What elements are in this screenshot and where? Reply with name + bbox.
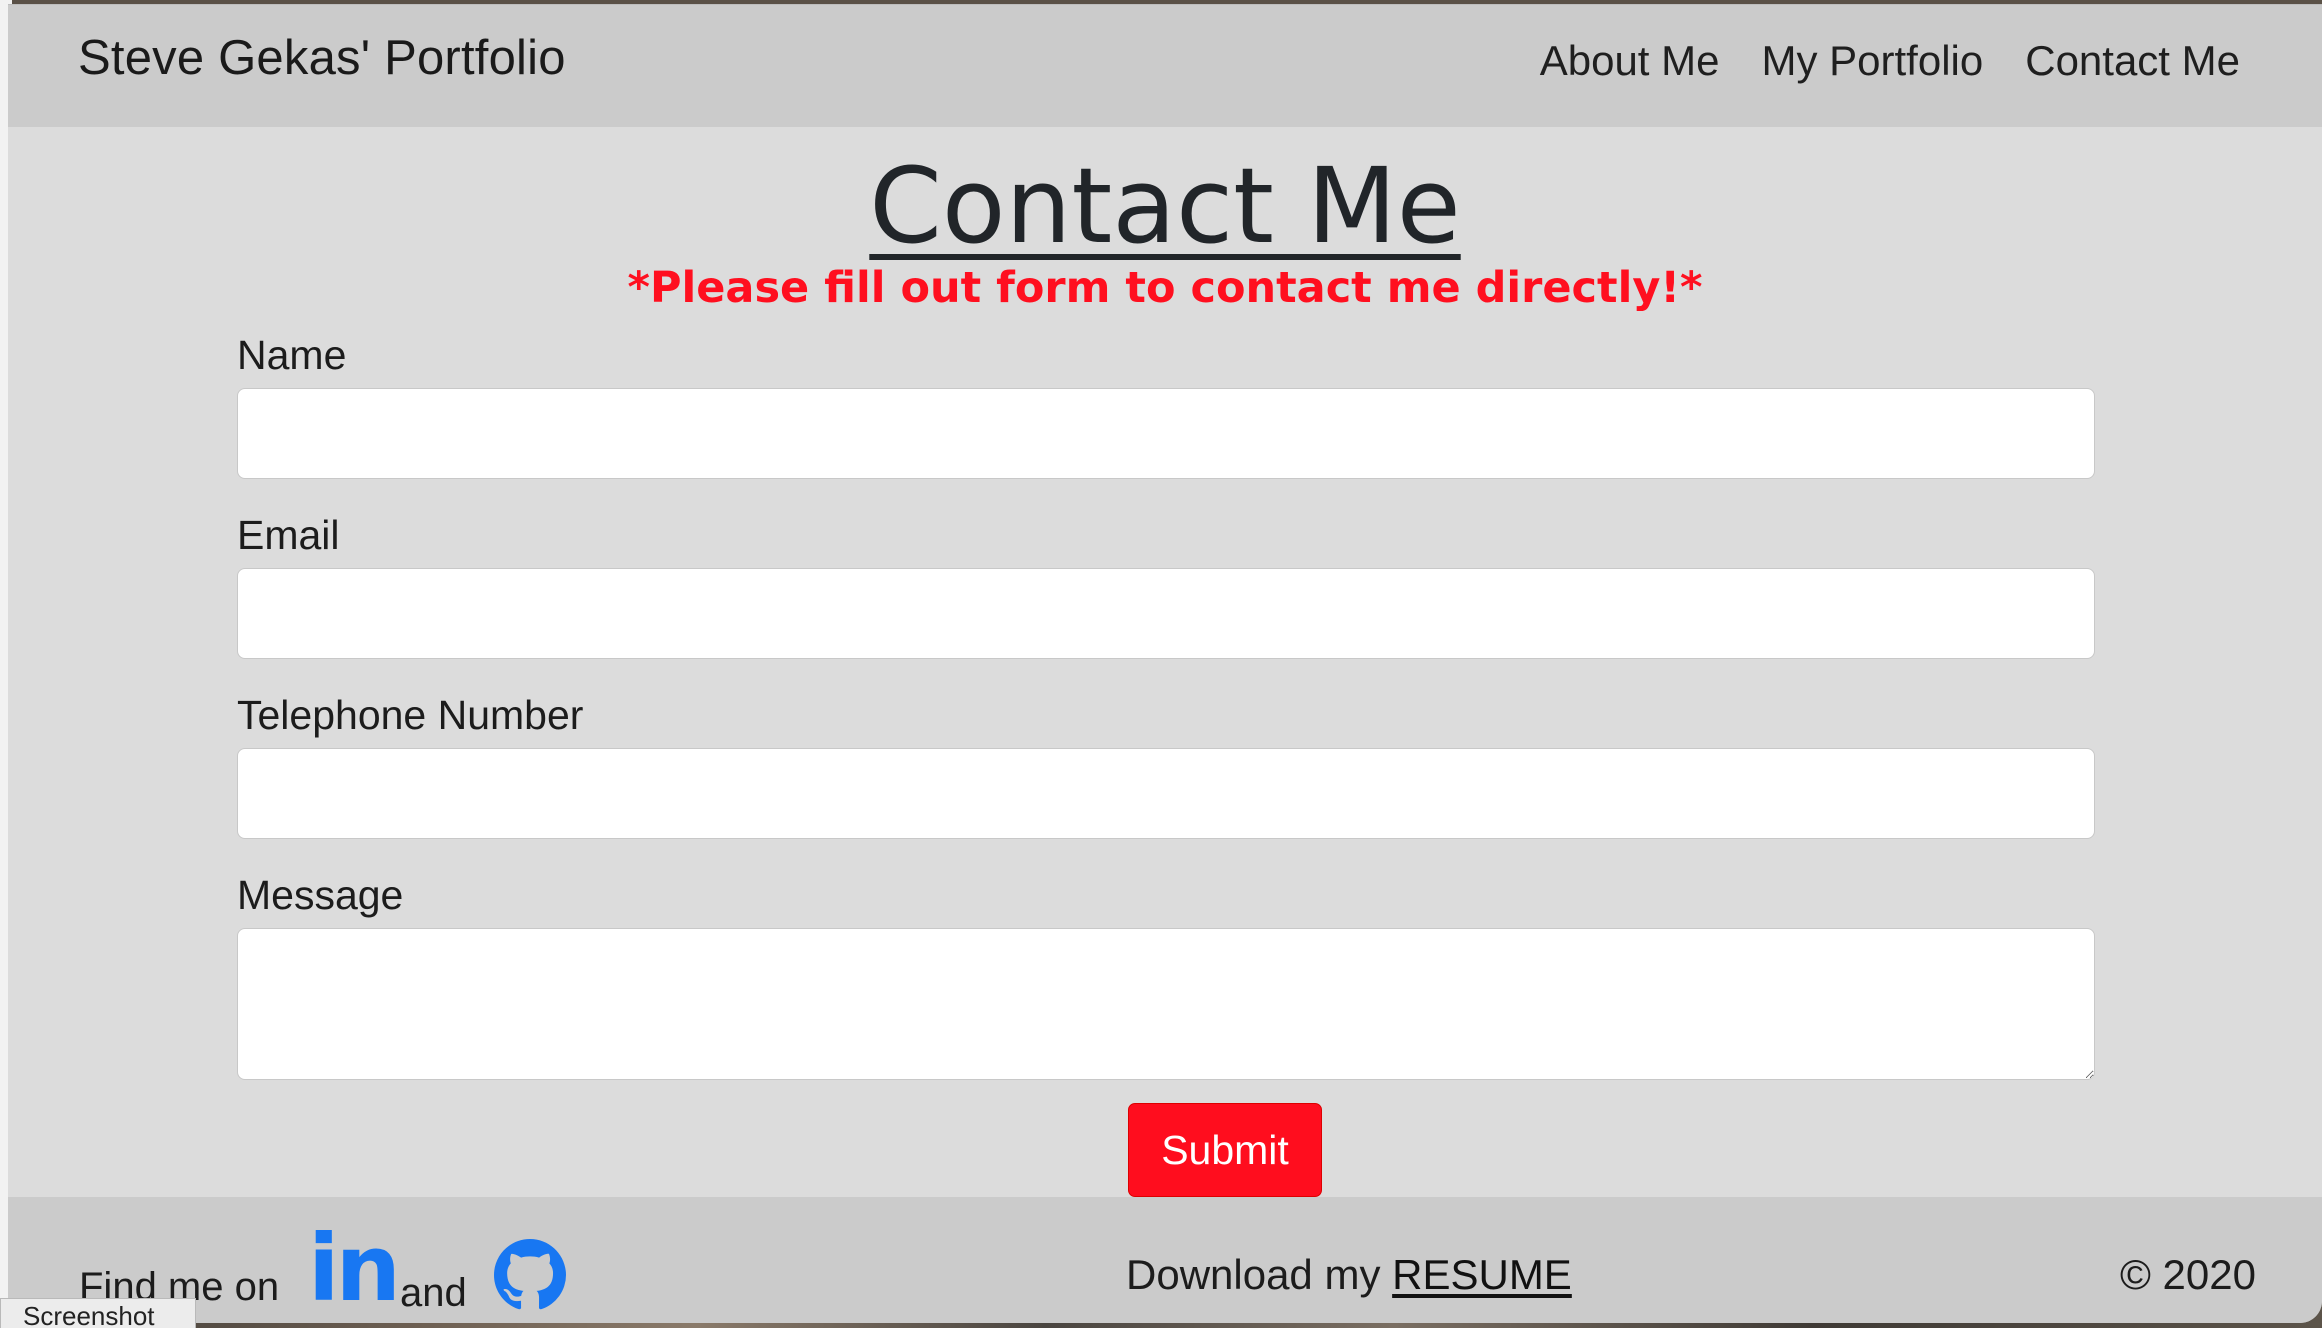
- email-label: Email: [237, 512, 340, 558]
- nav-link-contact-me[interactable]: Contact Me: [2025, 37, 2240, 85]
- page-title: Contact Me: [869, 145, 1461, 267]
- browser-page: Steve Gekas' Portfolio About Me My Portf…: [8, 4, 2322, 1323]
- message-label: Message: [237, 872, 404, 918]
- name-field-group: Name: [237, 335, 2095, 479]
- email-input[interactable]: [237, 568, 2095, 659]
- email-field-group: Email: [237, 515, 2095, 659]
- github-icon[interactable]: [494, 1239, 566, 1311]
- telephone-input[interactable]: [237, 748, 2095, 839]
- and-text: and: [400, 1271, 467, 1315]
- nav-link-my-portfolio[interactable]: My Portfolio: [1762, 37, 1984, 85]
- screenshot-tooltip: Screenshot: [0, 1298, 196, 1328]
- message-textarea[interactable]: [237, 928, 2095, 1080]
- github-icon-graphic: [494, 1239, 566, 1310]
- name-label: Name: [237, 332, 347, 378]
- copyright: © 2020: [2119, 1251, 2256, 1298]
- navbar: Steve Gekas' Portfolio About Me My Portf…: [8, 5, 2322, 127]
- resume-link[interactable]: RESUME: [1392, 1251, 1572, 1298]
- brand-link[interactable]: Steve Gekas' Portfolio: [78, 30, 566, 86]
- resume-download: Download my RESUME: [1126, 1251, 1572, 1299]
- message-field-group: Message: [237, 875, 2095, 1080]
- contact-form: Name Email Telephone Number Message: [237, 335, 2095, 1116]
- download-prefix: Download my: [1126, 1251, 1381, 1298]
- telephone-label: Telephone Number: [237, 692, 584, 738]
- linkedin-icon[interactable]: in: [308, 1223, 401, 1315]
- name-input[interactable]: [237, 388, 2095, 479]
- footer: Find me on in and Download my RESUME © 2…: [8, 1197, 2322, 1323]
- submit-button[interactable]: Submit: [1128, 1103, 1322, 1197]
- telephone-field-group: Telephone Number: [237, 695, 2095, 839]
- nav-links: About Me My Portfolio Contact Me: [1540, 37, 2240, 85]
- nav-link-about-me[interactable]: About Me: [1540, 37, 1720, 85]
- form-notice: *Please fill out form to contact me dire…: [627, 263, 1703, 313]
